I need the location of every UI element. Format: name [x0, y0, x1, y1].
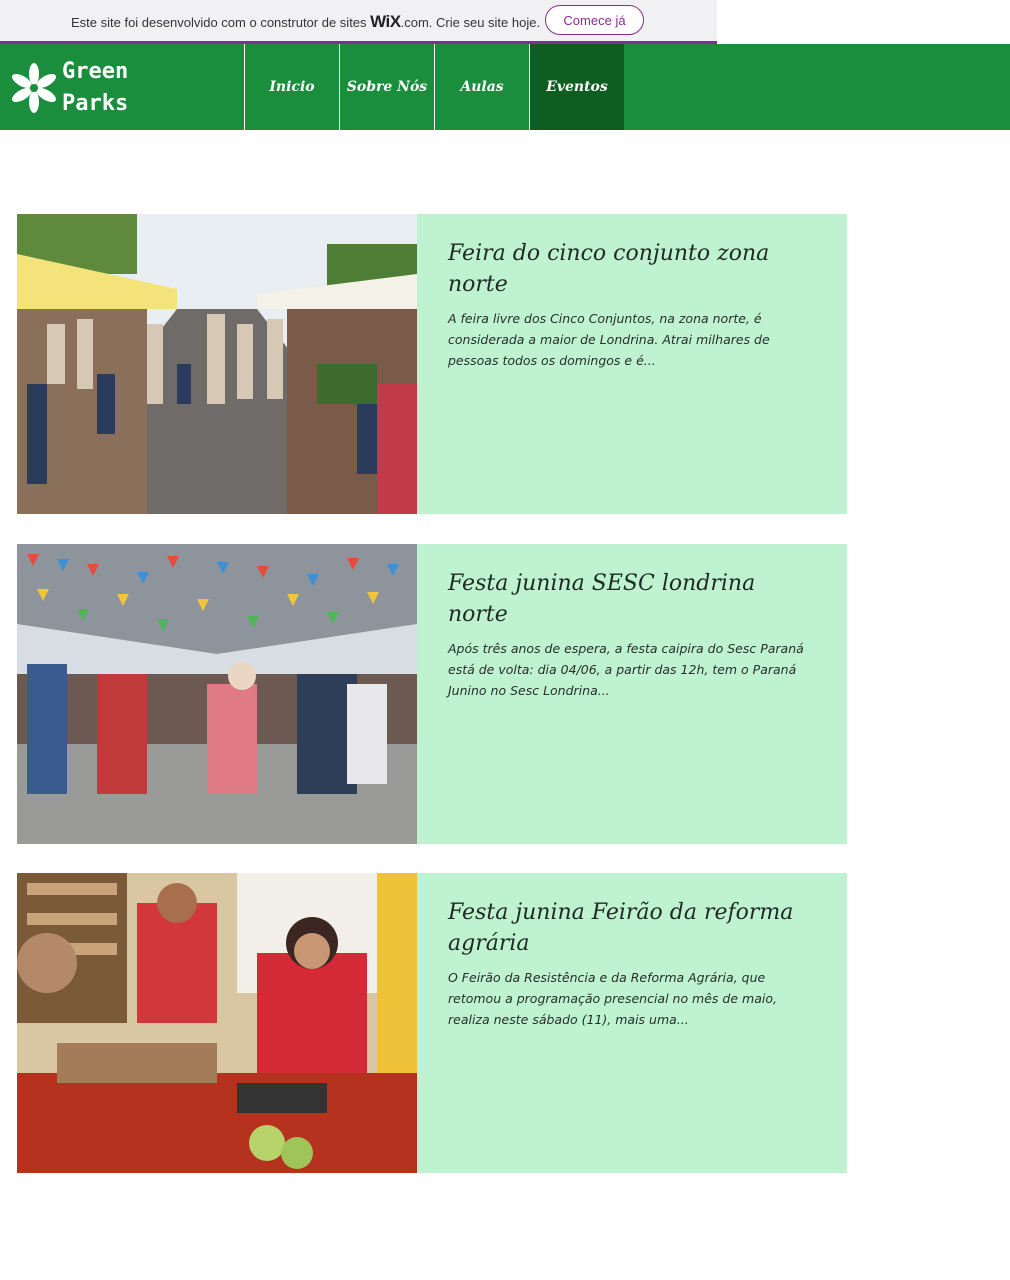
start-now-button[interactable]: Comece já: [545, 5, 644, 35]
event-excerpt: O Feirão da Resistência e da Reforma Agr…: [448, 970, 777, 1027]
wix-promo-text: Este site foi desenvolvido com o constru…: [71, 12, 540, 32]
logo-line-1: Green: [62, 59, 129, 84]
event-title[interactable]: Feira do cinco conjunto zona norte: [448, 238, 817, 300]
event-card[interactable]: Festa junina SESC londrina norte Após tr…: [17, 544, 847, 844]
event-excerpt: Após três anos de espera, a festa caipir…: [448, 641, 804, 698]
event-title[interactable]: Festa junina Feirão da reforma agrária: [448, 897, 817, 959]
event-image-street-market[interactable]: [17, 214, 417, 514]
event-card-body: Festa junina Feirão da reforma agrária O…: [417, 873, 847, 1173]
event-image-festa-junina-sesc[interactable]: [17, 544, 417, 844]
event-card-body: Feira do cinco conjunto zona norte A fei…: [417, 214, 847, 514]
event-card[interactable]: Festa junina Feirão da reforma agrária O…: [17, 873, 847, 1173]
main-nav: Inicio Sobre Nós Aulas Eventos: [244, 44, 624, 130]
wix-promo-banner: Este site foi desenvolvido com o constru…: [0, 0, 717, 41]
wix-promo-text-after: .com. Crie seu site hoje.: [400, 15, 541, 30]
wix-promo-text-before: Este site foi desenvolvido com o constru…: [71, 15, 371, 30]
festa-junina-photo: [17, 544, 417, 844]
event-card-body: Festa junina SESC londrina norte Após tr…: [417, 544, 847, 844]
site-header: Green Parks Inicio Sobre Nós Aulas Event…: [0, 44, 1010, 130]
flower-logo-icon: [12, 63, 56, 113]
nav-item-sobre-nos[interactable]: Sobre Nós: [339, 44, 434, 130]
event-card[interactable]: Feira do cinco conjunto zona norte A fei…: [17, 214, 847, 514]
logo-line-2: Parks: [62, 91, 129, 116]
event-excerpt: A feira livre dos Cinco Conjuntos, na zo…: [448, 311, 770, 368]
wix-logo: WiX: [370, 12, 401, 31]
nav-item-inicio[interactable]: Inicio: [244, 44, 339, 130]
site-logo[interactable]: Green Parks: [9, 56, 239, 120]
nav-item-eventos[interactable]: Eventos: [529, 44, 624, 130]
feirao-photo: [17, 873, 417, 1173]
street-market-photo: [17, 214, 417, 514]
nav-item-aulas[interactable]: Aulas: [434, 44, 529, 130]
event-image-feirao-reforma-agraria[interactable]: [17, 873, 417, 1173]
logo-wordmark: Green Parks: [62, 56, 128, 120]
event-title[interactable]: Festa junina SESC londrina norte: [448, 568, 817, 630]
